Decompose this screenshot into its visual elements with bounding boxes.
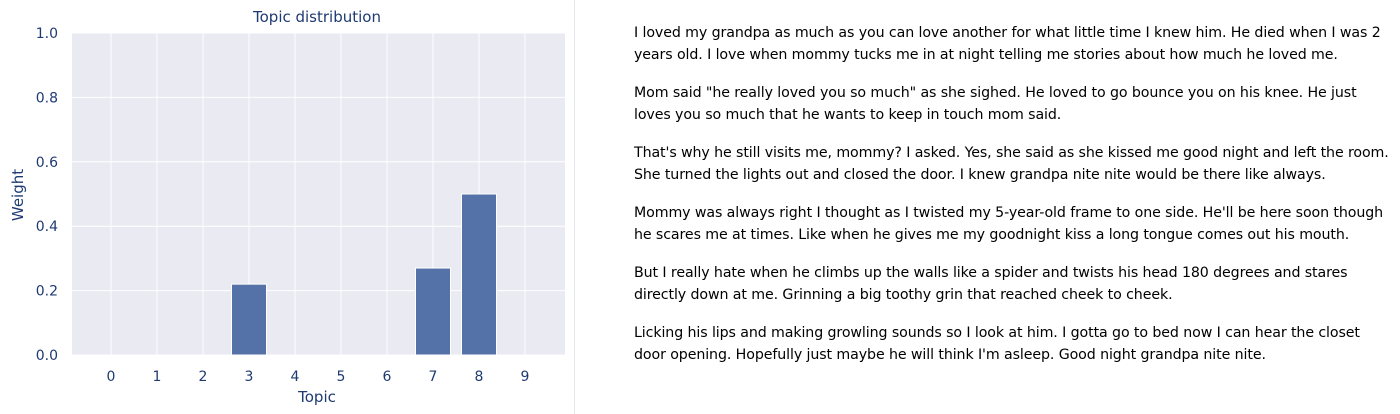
y-tick-label: 0.4 <box>36 219 58 235</box>
x-tick-label: 2 <box>199 369 208 385</box>
bar-topic-7 <box>415 267 451 356</box>
chart-title: Topic distribution <box>252 8 381 26</box>
story-paragraph: Licking his lips and making growling sou… <box>634 325 1360 363</box>
x-tick-label: 1 <box>153 369 162 385</box>
y-axis-label: Weight <box>9 169 27 221</box>
story-text: I loved my grandpa as much as you can lo… <box>634 22 1394 382</box>
y-tick-label: 0.0 <box>36 348 58 364</box>
bar-topic-8 <box>461 193 497 356</box>
topic-distribution-chart: 0.0 0.2 0.4 0.6 0.8 1.0 0 1 2 3 4 5 6 7 8 9 Topic dist… <box>9 8 565 406</box>
x-tick-label: 8 <box>475 369 484 385</box>
x-tick-label: 6 <box>383 369 392 385</box>
story-paragraph: I loved my grandpa as much as you can lo… <box>634 25 1381 63</box>
story-paragraph: Mommy was always right I thought as I tw… <box>634 205 1384 243</box>
x-axis-label: Topic <box>297 388 336 406</box>
x-tick-label: 4 <box>291 369 300 385</box>
x-tick-label: 3 <box>245 369 254 385</box>
x-tick-label: 9 <box>521 369 530 385</box>
x-tick-labels: 0 1 2 3 4 5 6 7 8 9 <box>107 369 530 385</box>
story-paragraph: But I really hate when he climbs up the … <box>634 265 1348 303</box>
y-tick-label: 0.8 <box>36 90 58 106</box>
x-tick-label: 0 <box>107 369 116 385</box>
chart-panel: 0.0 0.2 0.4 0.6 0.8 1.0 0 1 2 3 4 5 6 7 8 9 Topic dist… <box>0 0 575 414</box>
story-paragraph: Mom said "he really loved you so much" a… <box>634 85 1357 123</box>
y-tick-label: 0.6 <box>36 155 58 171</box>
y-tick-labels: 0.0 0.2 0.4 0.6 0.8 1.0 <box>36 26 58 364</box>
bar-topic-3 <box>231 283 267 356</box>
story-paragraph: That's why he still visits me, mommy? I … <box>634 145 1389 183</box>
y-tick-label: 1.0 <box>36 26 58 42</box>
x-tick-label: 7 <box>429 369 438 385</box>
y-tick-label: 0.2 <box>36 284 58 300</box>
x-tick-label: 5 <box>337 369 346 385</box>
